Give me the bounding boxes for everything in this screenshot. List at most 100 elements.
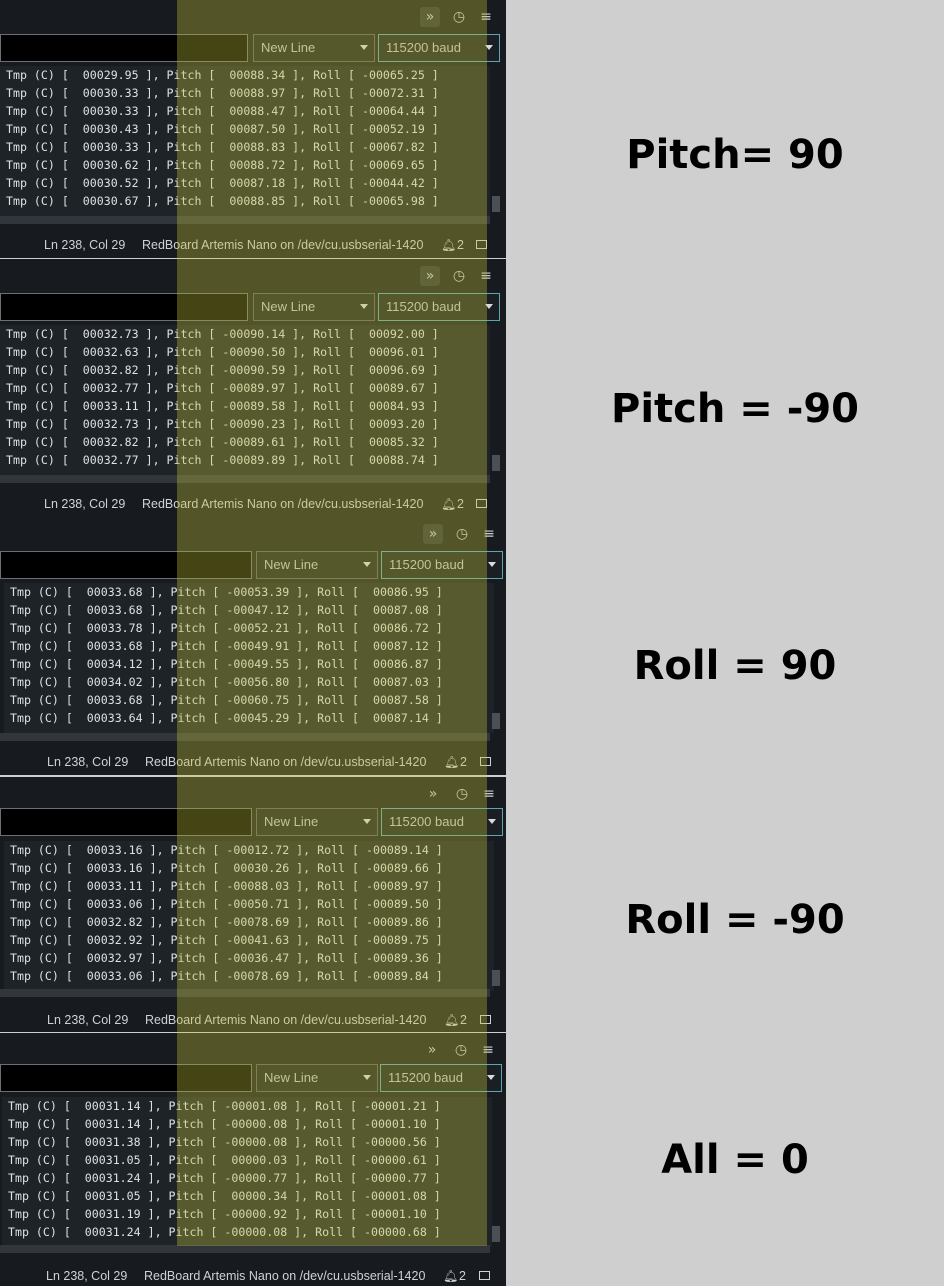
horizontal-scrollbar[interactable] xyxy=(0,989,490,997)
line-ending-select[interactable]: New Line xyxy=(253,293,375,321)
output-line: Tmp (C) [ 00033.68 ], Pitch [ -00053.39 … xyxy=(10,585,443,599)
serial-output[interactable]: Tmp (C) [ 00032.73 ], Pitch [ -00090.14 … xyxy=(0,325,490,475)
line-ending-select[interactable]: New Line xyxy=(256,551,378,579)
serial-output[interactable]: Tmp (C) [ 00029.95 ], Pitch [ 00088.34 ]… xyxy=(0,66,490,216)
board-port-info[interactable]: RedBoard Artemis Nano on /dev/cu.usbseri… xyxy=(144,1263,425,1286)
output-line: Tmp (C) [ 00033.68 ], Pitch [ -00060.75 … xyxy=(10,693,443,707)
output-line: Tmp (C) [ 00032.92 ], Pitch [ -00041.63 … xyxy=(10,933,443,947)
clock-icon[interactable]: ◷ xyxy=(452,524,472,544)
caption-roll-90: Roll = 90 xyxy=(633,643,837,689)
bell-icon[interactable]: 🔔︎ xyxy=(444,749,459,775)
output-line: Tmp (C) [ 00029.95 ], Pitch [ 00088.34 ]… xyxy=(6,68,439,82)
vertical-scrollbar[interactable] xyxy=(492,455,500,471)
vertical-scrollbar[interactable] xyxy=(492,196,500,212)
output-line: Tmp (C) [ 00031.05 ], Pitch [ 00000.03 ]… xyxy=(8,1153,441,1167)
message-input[interactable] xyxy=(0,293,248,321)
chevron-double-down-icon[interactable]: » xyxy=(422,1040,442,1060)
clock-icon[interactable]: ◷ xyxy=(449,266,469,286)
board-port-info[interactable]: RedBoard Artemis Nano on /dev/cu.usbseri… xyxy=(142,232,423,258)
window-icon[interactable] xyxy=(480,757,491,766)
serial-monitor-toolbar: » ◷ ≡ xyxy=(0,517,506,551)
horizontal-scrollbar[interactable] xyxy=(0,733,490,741)
output-line: Tmp (C) [ 00031.24 ], Pitch [ -00000.08 … xyxy=(8,1225,441,1239)
notification-count[interactable]: 2 xyxy=(457,232,464,258)
window-icon[interactable] xyxy=(476,499,487,508)
notification-count[interactable]: 2 xyxy=(460,1007,467,1032)
cursor-position[interactable]: Ln 238, Col 29 xyxy=(47,1007,128,1032)
output-line: Tmp (C) [ 00030.67 ], Pitch [ 00088.85 ]… xyxy=(6,194,439,208)
clock-icon[interactable]: ◷ xyxy=(449,7,469,27)
chevron-double-down-icon[interactable]: » xyxy=(423,524,443,544)
message-input[interactable] xyxy=(0,808,252,836)
baud-rate-select[interactable]: 115200 baud xyxy=(381,551,503,579)
dropdown-arrow-icon xyxy=(363,562,371,567)
horizontal-scrollbar[interactable] xyxy=(0,216,490,224)
dropdown-arrow-icon xyxy=(360,45,368,50)
message-input[interactable] xyxy=(0,34,248,62)
bell-icon[interactable]: 🔔︎ xyxy=(441,232,456,258)
window-icon[interactable] xyxy=(479,1271,490,1280)
clear-output-icon[interactable]: ≡ xyxy=(479,784,499,804)
baud-rate-value: 115200 baud xyxy=(389,814,464,829)
baud-rate-value: 115200 baud xyxy=(386,299,461,314)
baud-rate-select[interactable]: 115200 baud xyxy=(380,1064,502,1092)
cursor-position[interactable]: Ln 238, Col 29 xyxy=(46,1263,127,1286)
message-input[interactable] xyxy=(0,551,252,579)
line-ending-select[interactable]: New Line xyxy=(256,808,378,836)
bell-icon[interactable]: 🔔︎ xyxy=(441,491,456,517)
chevron-double-down-icon[interactable]: » xyxy=(420,7,440,27)
status-bar: Ln 238, Col 29 RedBoard Artemis Nano on … xyxy=(0,749,506,775)
baud-rate-select[interactable]: 115200 baud xyxy=(378,34,500,62)
line-ending-select[interactable]: New Line xyxy=(256,1064,378,1092)
message-input[interactable] xyxy=(0,1064,252,1092)
serial-output[interactable]: Tmp (C) [ 00033.16 ], Pitch [ -00012.72 … xyxy=(4,841,494,991)
horizontal-scrollbar[interactable] xyxy=(0,475,490,483)
cursor-position[interactable]: Ln 238, Col 29 xyxy=(44,232,125,258)
clear-output-icon[interactable]: ≡ xyxy=(479,524,499,544)
serial-output[interactable]: Tmp (C) [ 00031.14 ], Pitch [ -00001.08 … xyxy=(2,1097,492,1247)
clear-output-icon[interactable]: ≡ xyxy=(476,7,496,27)
window-icon[interactable] xyxy=(476,240,487,249)
output-line: Tmp (C) [ 00033.11 ], Pitch [ -00089.58 … xyxy=(6,399,439,413)
board-port-info[interactable]: RedBoard Artemis Nano on /dev/cu.usbseri… xyxy=(142,491,423,517)
output-line: Tmp (C) [ 00033.06 ], Pitch [ -00050.71 … xyxy=(10,897,443,911)
status-bar: Ln 238, Col 29 RedBoard Artemis Nano on … xyxy=(0,232,506,258)
serial-output[interactable]: Tmp (C) [ 00033.68 ], Pitch [ -00053.39 … xyxy=(4,583,494,733)
bell-icon[interactable]: 🔔︎ xyxy=(444,1007,459,1032)
serial-monitor-panel: » ◷ ≡ New Line 115200 baud Tmp (C) [ 000… xyxy=(0,777,506,1032)
notification-count[interactable]: 2 xyxy=(459,1263,466,1286)
output-line: Tmp (C) [ 00033.16 ], Pitch [ 00030.26 ]… xyxy=(10,861,443,875)
bell-icon[interactable]: 🔔︎ xyxy=(443,1263,458,1286)
output-line: Tmp (C) [ 00032.82 ], Pitch [ -00089.61 … xyxy=(6,435,439,449)
clear-output-icon[interactable]: ≡ xyxy=(476,266,496,286)
clock-icon[interactable]: ◷ xyxy=(452,784,472,804)
cursor-position[interactable]: Ln 238, Col 29 xyxy=(47,749,128,775)
line-ending-value: New Line xyxy=(264,557,319,572)
output-line: Tmp (C) [ 00032.77 ], Pitch [ -00089.97 … xyxy=(6,381,439,395)
line-ending-select[interactable]: New Line xyxy=(253,34,375,62)
vertical-scrollbar[interactable] xyxy=(492,1226,500,1242)
notification-count[interactable]: 2 xyxy=(457,491,464,517)
window-icon[interactable] xyxy=(480,1015,491,1024)
dropdown-arrow-icon xyxy=(485,304,493,309)
dropdown-arrow-icon xyxy=(487,1075,495,1080)
caption-roll-minus-90: Roll = -90 xyxy=(625,897,845,943)
clock-icon[interactable]: ◷ xyxy=(451,1040,471,1060)
clear-output-icon[interactable]: ≡ xyxy=(478,1040,498,1060)
vertical-scrollbar[interactable] xyxy=(492,713,500,729)
dropdown-arrow-icon xyxy=(363,819,371,824)
dropdown-arrow-icon xyxy=(360,304,368,309)
output-line: Tmp (C) [ 00033.16 ], Pitch [ -00012.72 … xyxy=(10,843,443,857)
chevron-double-down-icon[interactable]: » xyxy=(423,784,443,804)
board-port-info[interactable]: RedBoard Artemis Nano on /dev/cu.usbseri… xyxy=(145,749,426,775)
notification-count[interactable]: 2 xyxy=(460,749,467,775)
line-ending-value: New Line xyxy=(261,299,316,314)
board-port-info[interactable]: RedBoard Artemis Nano on /dev/cu.usbseri… xyxy=(145,1007,426,1032)
horizontal-scrollbar[interactable] xyxy=(0,1245,490,1253)
cursor-position[interactable]: Ln 238, Col 29 xyxy=(44,491,125,517)
baud-rate-select[interactable]: 115200 baud xyxy=(378,293,500,321)
vertical-scrollbar[interactable] xyxy=(492,970,500,986)
output-line: Tmp (C) [ 00034.02 ], Pitch [ -00056.80 … xyxy=(10,675,443,689)
chevron-double-down-icon[interactable]: » xyxy=(420,266,440,286)
baud-rate-select[interactable]: 115200 baud xyxy=(381,808,503,836)
